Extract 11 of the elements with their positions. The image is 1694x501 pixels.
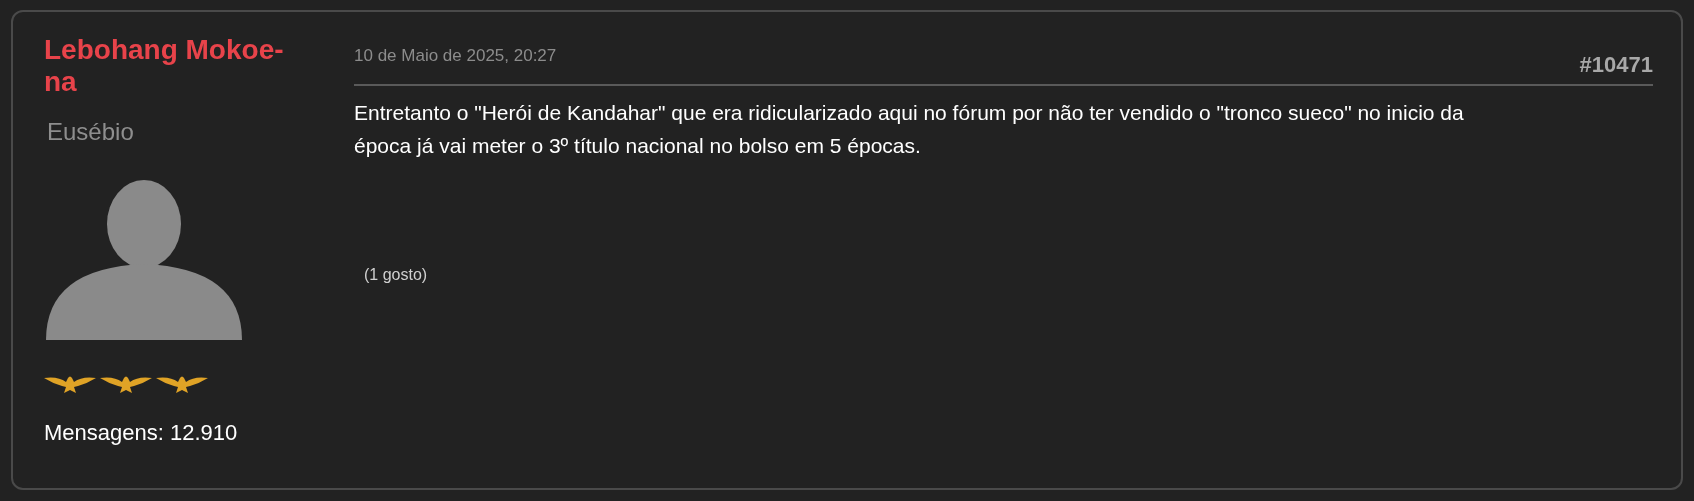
eagle-icon (156, 374, 208, 394)
post-date: 10 de Maio de 2025, 20:27 (354, 46, 557, 66)
eagle-icon (100, 374, 152, 394)
message-count: Mensagens: 12.910 (44, 420, 239, 446)
author-rank: Eusébio (47, 118, 135, 146)
likes-count[interactable]: (1 gosto) (364, 266, 1653, 284)
post-body: Entretanto o "Herói de Kandahar" que era ridicularizado aqui no fórum por não ter vendido o "tronco sueco" no inicio da época já vai meter o 3º título nacional no bolso em 5 épocas. (354, 100, 1465, 159)
eagle-icon (44, 374, 96, 394)
author-name[interactable]: Lebohang Mokoe-na (44, 34, 306, 98)
avatar-silhouette-icon (46, 180, 242, 340)
post-number[interactable]: #10471 (1579, 52, 1653, 78)
